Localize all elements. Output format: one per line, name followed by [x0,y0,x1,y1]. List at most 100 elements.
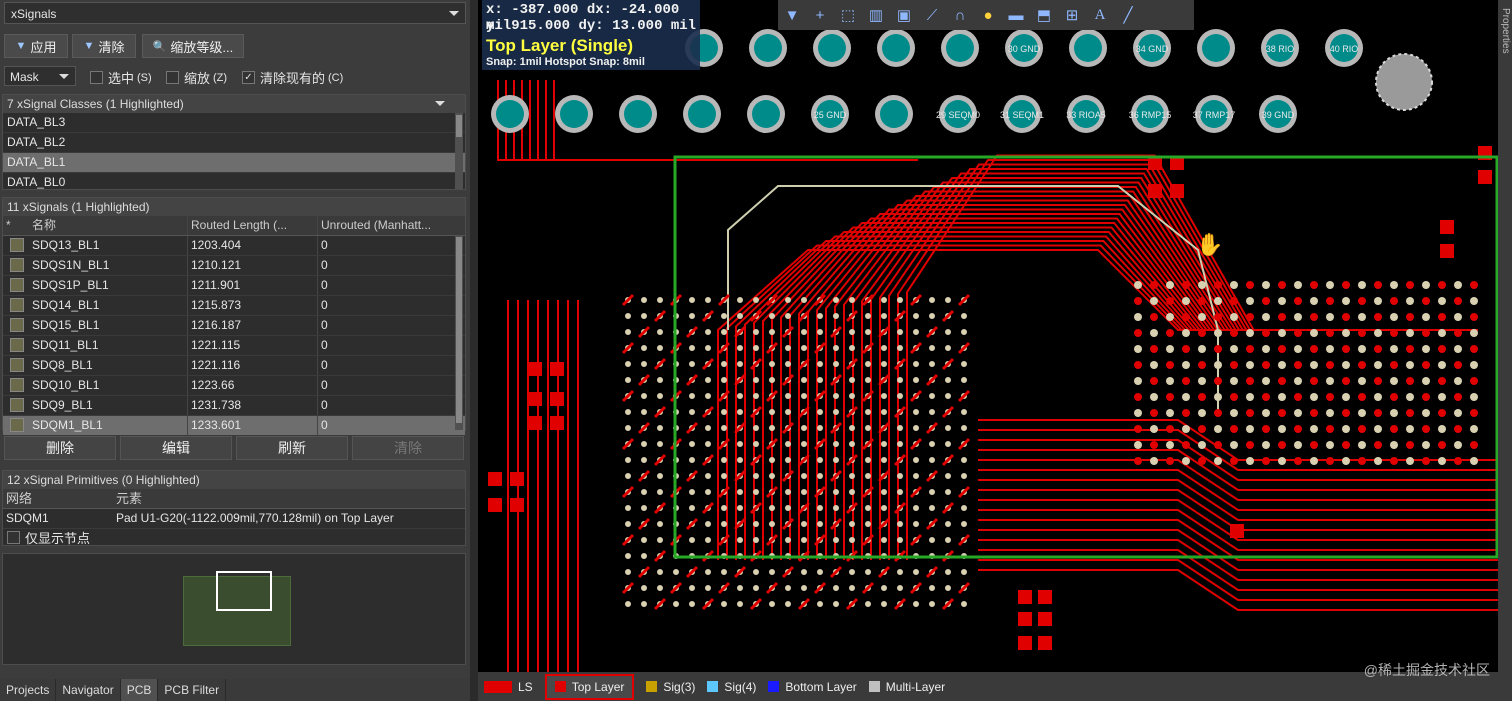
via [737,297,743,303]
tab-projects[interactable]: Projects [0,679,57,701]
filter-icon[interactable]: ▼ [779,2,805,28]
layer-tab-bottom-layer[interactable]: Bottom Layer [768,676,857,698]
fanout [621,341,635,355]
checkmark-icon[interactable]: ✓ [242,71,255,84]
class-row[interactable]: DATA_BL0 [3,173,465,193]
signal-row[interactable]: SDQ15_BL1 1216.187 0 [3,316,465,336]
dimension-icon[interactable]: ⊞ [1059,2,1085,28]
layer-tab-sig-4-[interactable]: Sig(4) [707,676,756,698]
text-icon[interactable]: A [1087,2,1113,28]
signal-color-swatch[interactable] [3,236,29,255]
route-icon[interactable]: ⟋ [919,2,945,28]
class-row[interactable]: DATA_BL2 [3,133,465,153]
pad [1198,377,1206,385]
line-icon[interactable]: ╱ [1115,2,1141,28]
signal-color-swatch[interactable] [3,396,29,415]
chart-icon[interactable]: ▥ [863,2,889,28]
via [769,361,775,367]
signal-row[interactable]: SDQ8_BL1 1221.116 0 [3,356,465,376]
clear-existing-checkbox[interactable]: ✓ 清除现有的 (C) [242,68,343,87]
tab-pcb-filter[interactable]: PCB Filter [158,679,227,701]
signal-row[interactable]: SDQS1P_BL1 1211.901 0 [3,276,465,296]
via [769,473,775,479]
via [897,537,903,543]
via [945,489,951,495]
show-nodes-only-checkbox[interactable]: 仅显示节点 [7,528,90,547]
class-row[interactable]: DATA_BL3 [3,113,465,133]
signal-row[interactable]: SDQ13_BL1 1203.404 0 [3,236,465,256]
view-rect[interactable] [216,571,272,611]
edit-button[interactable]: 编辑 [120,436,232,460]
col-star[interactable]: * [3,216,29,235]
signal-row[interactable]: SDQM1_BL1 1233.601 0 [3,416,465,436]
tab-pcb[interactable]: PCB [120,679,159,701]
polygon-icon[interactable]: ⬒ [1031,2,1057,28]
signal-row[interactable]: SDQ14_BL1 1215.873 0 [3,296,465,316]
signal-row[interactable]: SDQ10_BL1 1223.66 0 [3,376,465,396]
col-unrouted[interactable]: Unrouted (Manhatt... [317,216,447,235]
scroll-thumb[interactable] [456,115,462,137]
classes-scrollbar[interactable] [455,113,463,189]
layer-tab-top-layer[interactable]: Top Layer [544,673,635,700]
via [657,585,663,591]
pad [1342,441,1350,449]
signal-color-swatch[interactable] [3,316,29,335]
cross-icon[interactable]: + [807,2,833,28]
layer-tab-multi-layer[interactable]: Multi-Layer [868,676,945,698]
checkbox-box[interactable] [90,71,103,84]
chip-icon[interactable]: ▣ [891,2,917,28]
refresh-button[interactable]: 刷新 [236,436,348,460]
via [897,297,903,303]
mask-mode-select[interactable]: Mask [4,66,76,86]
via [705,585,711,591]
clear-disabled-button[interactable]: 清除 [352,436,464,460]
pad [1358,313,1366,321]
signals-scrollbar[interactable] [455,235,463,430]
pcb-canvas[interactable]: 30 GND 34 GND 38 RIO 40 RIO 25 GND 29 SEQM0 31… [478,0,1512,672]
pad [1262,409,1270,417]
diff-pair-icon[interactable]: ∩ [947,2,973,28]
clear-filter-icon: ▼ [83,40,95,52]
fill-icon[interactable]: ▬ [1003,2,1029,28]
apply-button[interactable]: ▼ 应用 [4,34,68,58]
signal-color-swatch[interactable] [3,376,29,395]
pcb-drawing[interactable]: 30 GND 34 GND 38 RIO 40 RIO 25 GND 29 SEQM0 31… [478,0,1512,672]
signal-row[interactable]: SDQ9_BL1 1231.738 0 [3,396,465,416]
chevron-down-icon[interactable] [435,101,445,106]
layer-tab-ls[interactable]: LS [484,676,533,698]
signal-color-swatch[interactable] [3,256,29,275]
signal-color-swatch[interactable] [3,336,29,355]
checkbox-box[interactable] [7,531,20,544]
select-checkbox[interactable]: 选中 (S) [90,68,152,87]
tab-navigator[interactable]: Navigator [56,679,121,701]
via [721,505,727,511]
signal-color-swatch[interactable] [3,276,29,295]
select-rect-icon[interactable]: ⬚ [835,2,861,28]
delete-button[interactable]: 删除 [4,436,116,460]
zoom-checkbox[interactable]: 缩放 (Z) [166,68,227,87]
col-net[interactable]: 网络 [3,489,113,508]
layer-tab-sig-3-[interactable]: Sig(3) [646,676,695,698]
signal-row[interactable]: SDQS1N_BL1 1210.121 0 [3,256,465,276]
via [817,425,823,431]
via [641,553,647,559]
clear-button[interactable]: ▼ 清除 [72,34,136,58]
signal-color-swatch[interactable] [3,416,29,435]
panel-selector-dropdown[interactable]: xSignals [4,2,466,24]
class-row-selected[interactable]: DATA_BL1 [3,153,465,173]
scroll-thumb[interactable] [456,237,462,423]
mini-viewer[interactable] [2,553,466,665]
properties-side-tab[interactable]: Properties [1498,0,1512,672]
signal-row[interactable]: SDQ11_BL1 1221.115 0 [3,336,465,356]
via [721,425,727,431]
col-element[interactable]: 元素 [113,489,443,508]
primitive-row[interactable]: SDQM1 Pad U1-G20(-1122.009mil,770.128mil… [3,509,465,529]
zoom-level-button[interactable]: 🔍 缩放等级... [142,34,244,58]
checkbox-box[interactable] [166,71,179,84]
pin-icon[interactable]: ● [975,2,1001,28]
signals-column-headers: * 名称 Routed Length (... Unrouted (Manhat… [3,216,465,236]
signal-color-swatch[interactable] [3,356,29,375]
col-name[interactable]: 名称 [29,216,187,235]
col-routed-length[interactable]: Routed Length (... [187,216,317,235]
signal-color-swatch[interactable] [3,296,29,315]
